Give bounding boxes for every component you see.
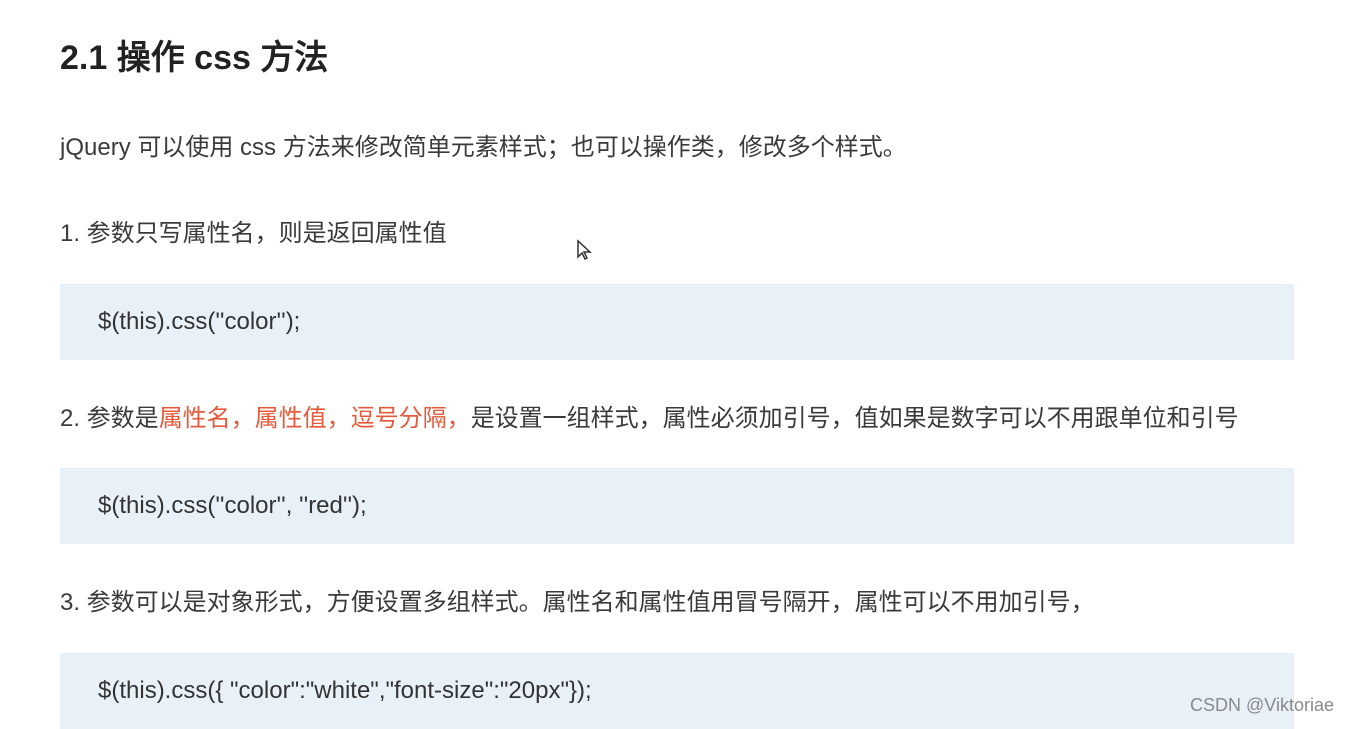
intro-paragraph: jQuery 可以使用 css 方法来修改简单元素样式；也可以操作类，修改多个样… — [60, 129, 1294, 167]
code-block-3: $(this).css({ "color":"white","font-size… — [60, 653, 1294, 729]
code-block-1: $(this).css(''color''); — [60, 284, 1294, 360]
document-container: 2.1 操作 css 方法 jQuery 可以使用 css 方法来修改简单元素样… — [0, 0, 1354, 729]
list-item-3: 3. 参数可以是对象形式，方便设置多组样式。属性名和属性值用冒号隔开，属性可以不… — [60, 584, 1294, 622]
list-item-2-suffix: 是设置一组样式，属性必须加引号，值如果是数字可以不用跟单位和引号 — [471, 405, 1239, 432]
code-block-2: $(this).css(''color'', ''red''); — [60, 468, 1294, 544]
watermark-text: CSDN @Viktoriae — [1190, 695, 1334, 716]
list-item-2-prefix: 2. 参数是 — [60, 405, 159, 432]
list-item-1: 1. 参数只写属性名，则是返回属性值 — [60, 215, 1294, 253]
list-item-2: 2. 参数是属性名，属性值，逗号分隔，是设置一组样式，属性必须加引号，值如果是数… — [60, 400, 1294, 438]
section-heading: 2.1 操作 css 方法 — [60, 30, 1294, 79]
list-item-2-highlight: 属性名，属性值，逗号分隔， — [159, 405, 471, 432]
